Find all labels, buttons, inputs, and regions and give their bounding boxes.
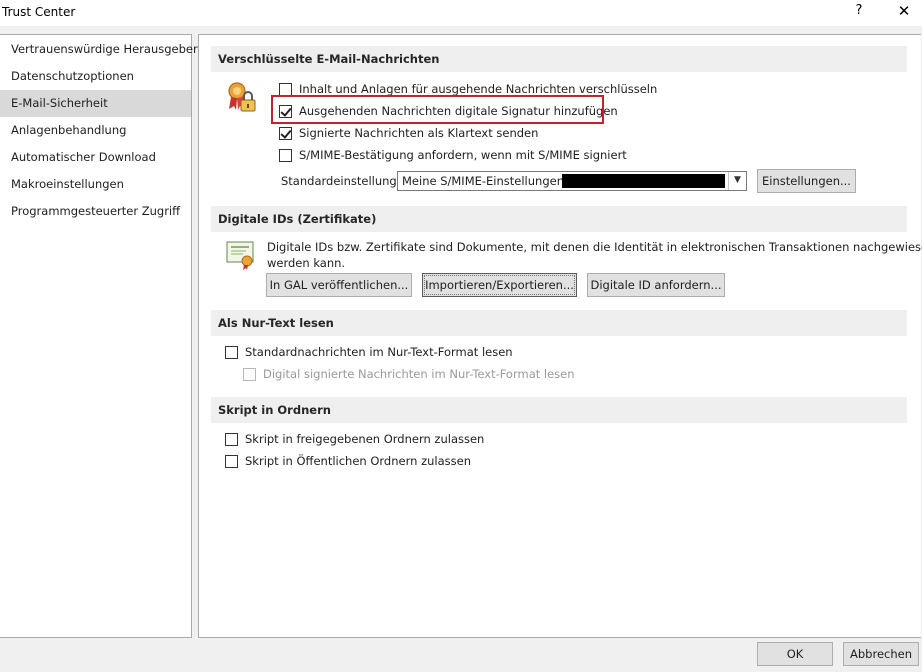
default-setting-select[interactable]: Meine S/MIME-Einstellungen ▼ xyxy=(397,171,747,191)
default-setting-label: Standardeinstellung: xyxy=(281,174,401,188)
highlight-box xyxy=(271,95,604,124)
smime-receipt-label: S/MIME-Bestätigung anfordern, wenn mit S… xyxy=(299,148,627,162)
close-icon[interactable]: ✕ xyxy=(894,2,914,20)
clear-text-checkbox[interactable] xyxy=(279,126,292,140)
script-shared-folders-checkbox[interactable] xyxy=(225,432,238,446)
read-plain-text-checkbox[interactable] xyxy=(225,345,238,359)
certificate-lock-icon xyxy=(228,82,256,112)
sidebar-item-automatic-download[interactable]: Automatischer Download xyxy=(0,144,191,171)
sidebar-item-trusted-publishers[interactable]: Vertrauenswürdige Herausgeber xyxy=(0,36,198,63)
script-public-folders-checkbox[interactable] xyxy=(225,454,238,468)
cancel-button[interactable]: Abbrechen xyxy=(843,642,919,666)
chevron-down-icon[interactable]: ▼ xyxy=(728,172,746,190)
window-title: Trust Center xyxy=(2,5,76,19)
section-header-plain-text: Als Nur-Text lesen xyxy=(211,310,907,336)
get-digital-id-button[interactable]: Digitale ID anfordern... xyxy=(587,273,725,297)
sidebar-item-macro-settings[interactable]: Makroeinstellungen xyxy=(0,171,191,198)
smime-receipt-checkbox-row[interactable]: S/MIME-Bestätigung anfordern, wenn mit S… xyxy=(279,146,627,164)
certificate-icon xyxy=(226,241,254,270)
import-export-button[interactable]: Importieren/Exportieren... xyxy=(422,273,577,297)
read-plain-text-label: Standardnachrichten im Nur-Text-Format l… xyxy=(245,345,513,359)
encrypt-outgoing-label: Inhalt und Anlagen für ausgehende Nachri… xyxy=(299,82,658,96)
digital-ids-description-line2: werden kann. xyxy=(267,256,346,270)
read-signed-plain-text-label: Digital signierte Nachrichten im Nur-Tex… xyxy=(263,367,575,381)
read-signed-plain-text-checkbox xyxy=(243,367,256,381)
script-public-folders-label: Skript in Öffentlichen Ordnern zulassen xyxy=(245,454,471,468)
sidebar: Vertrauenswürdige Herausgeber Datenschut… xyxy=(0,34,198,638)
sidebar-item-programmatic-access[interactable]: Programmgesteuerter Zugriff xyxy=(0,198,191,225)
clear-text-checkbox-row[interactable]: Signierte Nachrichten als Klartext sende… xyxy=(279,124,538,142)
smime-receipt-checkbox[interactable] xyxy=(279,148,292,162)
default-setting-value: Meine S/MIME-Einstellungen xyxy=(402,174,564,188)
sidebar-item-email-security[interactable]: E-Mail-Sicherheit xyxy=(0,90,191,117)
section-header-encrypted-email: Verschlüsselte E-Mail-Nachrichten xyxy=(211,46,907,72)
ok-button[interactable]: OK xyxy=(757,642,833,666)
redacted-region xyxy=(562,174,725,188)
settings-button[interactable]: Einstellungen... xyxy=(757,169,856,193)
title-bar: Trust Center ? ✕ xyxy=(0,0,922,26)
section-header-script-folders: Skript in Ordnern xyxy=(211,397,907,423)
script-shared-folders-label: Skript in freigegebenen Ordnern zulassen xyxy=(245,432,485,446)
script-public-folders-checkbox-row[interactable]: Skript in Öffentlichen Ordnern zulassen xyxy=(225,452,471,470)
help-icon[interactable]: ? xyxy=(849,3,869,18)
clear-text-label: Signierte Nachrichten als Klartext sende… xyxy=(299,126,539,140)
sidebar-item-attachment-handling[interactable]: Anlagenbehandlung xyxy=(0,117,191,144)
main-panel: Verschlüsselte E-Mail-Nachrichten Inhalt… xyxy=(198,34,922,638)
script-shared-folders-checkbox-row[interactable]: Skript in freigegebenen Ordnern zulassen xyxy=(225,430,484,448)
encrypt-outgoing-checkbox[interactable] xyxy=(279,82,292,96)
read-signed-plain-text-checkbox-row: Digital signierte Nachrichten im Nur-Tex… xyxy=(243,365,575,383)
publish-gal-button[interactable]: In GAL veröffentlichen... xyxy=(266,273,412,297)
read-plain-text-checkbox-row[interactable]: Standardnachrichten im Nur-Text-Format l… xyxy=(225,343,513,361)
digital-ids-description-line1: Digitale IDs bzw. Zertifikate sind Dokum… xyxy=(267,240,922,254)
sidebar-item-privacy-options[interactable]: Datenschutzoptionen xyxy=(0,63,191,90)
section-header-digital-ids: Digitale IDs (Zertifikate) xyxy=(211,206,907,232)
